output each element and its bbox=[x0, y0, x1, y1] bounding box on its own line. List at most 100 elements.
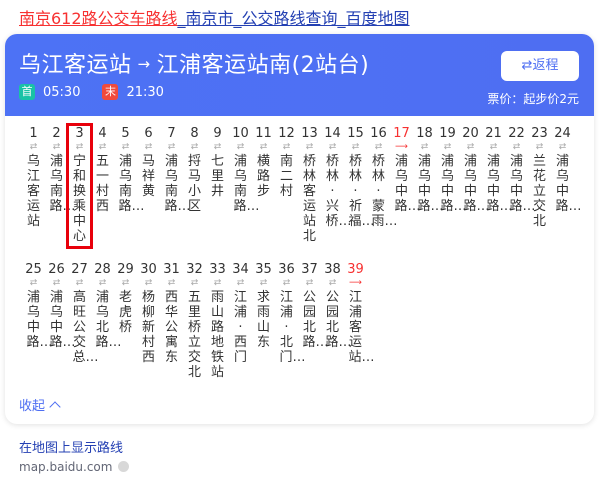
station-number: 13 bbox=[301, 126, 318, 141]
station[interactable]: 5 ⇄ 浦乌南路… bbox=[114, 125, 145, 214]
station-name: 桥林客运站北 bbox=[302, 154, 316, 244]
station[interactable]: 25 ⇄ 浦乌中路… bbox=[22, 261, 52, 350]
station[interactable]: 12 ⇄ 南二村 bbox=[275, 125, 298, 199]
station-name: 江浦·西门 bbox=[233, 290, 247, 365]
station-name: 浦乌中路… bbox=[486, 154, 513, 214]
station[interactable]: 20 ⇄ 浦乌中路… bbox=[459, 125, 489, 214]
collapse-label: 收起 bbox=[19, 399, 46, 414]
station[interactable]: 26 ⇄ 浦乌中路… bbox=[45, 261, 75, 350]
station-name: 捋马小区 bbox=[187, 154, 201, 214]
station[interactable]: 21 ⇄ 浦乌中路… bbox=[482, 125, 513, 214]
result-title-link[interactable]: 南京612路公交车路线_南京市_公交路线查询_百度地图 bbox=[19, 5, 410, 29]
last-bus-badge: 末 bbox=[102, 84, 119, 100]
station[interactable]: 36 ⇄ 江浦·北门… bbox=[275, 261, 305, 365]
station[interactable]: 11 ⇄ 横路步 bbox=[252, 125, 275, 199]
station-name: 浦乌北路… bbox=[95, 290, 122, 350]
bidirectional-arrow-icon: ⇄ bbox=[167, 142, 176, 152]
station-name: 浦乌中路… bbox=[440, 154, 467, 214]
station[interactable]: 31 ⇄ 西华公寓东 bbox=[160, 261, 183, 365]
station[interactable]: 2 ⇄ 浦乌南路… bbox=[45, 125, 76, 214]
station[interactable]: 17 ⟶ 浦乌中路… bbox=[390, 125, 420, 214]
station[interactable]: 13 ⇄ 桥林客运站北 bbox=[298, 125, 321, 244]
bidirectional-arrow-icon: ⇄ bbox=[98, 142, 107, 152]
station[interactable]: 29 ⇄ 老虎桥 bbox=[114, 261, 137, 335]
station[interactable]: 8 ⇄ 捋马小区 bbox=[183, 125, 206, 214]
bidirectional-arrow-icon: ⇄ bbox=[466, 142, 475, 152]
bidirectional-arrow-icon: ⇄ bbox=[489, 142, 498, 152]
station-name: 浦乌中路… bbox=[555, 154, 582, 214]
station-name: 浦乌南路… bbox=[118, 154, 145, 214]
station[interactable]: 24 ⇄ 浦乌中路… bbox=[551, 125, 582, 214]
station-number: 38 bbox=[324, 262, 341, 277]
bidirectional-arrow-icon: ⇄ bbox=[328, 278, 337, 288]
show-route-on-map-link[interactable]: 在地图上显示路线 bbox=[19, 437, 123, 456]
station-name: 浦乌中路… bbox=[417, 154, 444, 214]
station-number: 21 bbox=[485, 126, 502, 141]
station-number: 32 bbox=[186, 262, 203, 277]
station-number: 8 bbox=[190, 126, 199, 141]
bidirectional-arrow-icon: ⇄ bbox=[236, 278, 245, 288]
station-number: 12 bbox=[278, 126, 295, 141]
station[interactable]: 18 ⇄ 浦乌中路… bbox=[413, 125, 444, 214]
station[interactable]: 22 ⇄ 浦乌中路… bbox=[505, 125, 535, 214]
station-name: 南二村 bbox=[279, 154, 293, 199]
chevron-up-icon bbox=[49, 401, 61, 413]
station[interactable]: 35 ⇄ 求雨山东 bbox=[252, 261, 275, 350]
bidirectional-arrow-icon: ⇄ bbox=[420, 142, 429, 152]
station-number: 18 bbox=[416, 126, 433, 141]
station[interactable]: 7 ⇄ 浦乌南路… bbox=[160, 125, 191, 214]
station[interactable]: 30 ⇄ 杨柳新村西 bbox=[137, 261, 160, 365]
station[interactable]: 23 ⇄ 兰花立交北 bbox=[528, 125, 551, 229]
station[interactable]: 27 ⇄ 高旺公交总… bbox=[68, 261, 98, 365]
bidirectional-arrow-icon: ⇄ bbox=[190, 142, 199, 152]
station-number: 11 bbox=[255, 126, 272, 141]
station[interactable]: 9 ⇄ 七里井 bbox=[206, 125, 229, 199]
station[interactable]: 6 ⇄ 马祥黄 bbox=[137, 125, 160, 199]
bidirectional-arrow-icon: ⇄ bbox=[75, 278, 84, 288]
station[interactable]: 1 ⇄ 乌江客运站 bbox=[22, 125, 45, 229]
station[interactable]: 19 ⇄ 浦乌中路… bbox=[436, 125, 467, 214]
collapse-toggle[interactable]: 收起 bbox=[19, 395, 61, 414]
station-number: 25 bbox=[25, 262, 42, 277]
station[interactable]: 16 ⇄ 桥林·蒙雨… bbox=[367, 125, 398, 229]
station-number: 33 bbox=[209, 262, 226, 277]
bidirectional-arrow-icon: ⇄ bbox=[213, 278, 222, 288]
station-name: 浦乌南路… bbox=[164, 154, 191, 214]
station-number: 22 bbox=[508, 126, 525, 141]
station[interactable]: 15 ⇄ 桥林·祈福… bbox=[344, 125, 374, 229]
station[interactable]: 39 ⟶ 江浦客运站… bbox=[344, 261, 375, 365]
bidirectional-arrow-icon: ⇄ bbox=[29, 142, 38, 152]
station-number: 19 bbox=[439, 126, 456, 141]
station-number: 2 bbox=[52, 126, 61, 141]
station[interactable]: 37 ⇄ 公园北路… bbox=[298, 261, 328, 350]
station-number: 10 bbox=[232, 126, 249, 141]
station[interactable]: 33 ⇄ 雨山路地铁站 bbox=[206, 261, 229, 380]
station-name: 马祥黄 bbox=[141, 154, 155, 199]
bidirectional-arrow-icon: ⇄ bbox=[52, 142, 61, 152]
route-header: 乌江客运站 → 江浦客运站南(2站台) 首 05:30 末 21:30 ⇄返程 票价… bbox=[5, 34, 594, 116]
source-url[interactable]: map.baidu.com bbox=[19, 460, 130, 474]
station-name: 求雨山东 bbox=[256, 290, 270, 350]
direction-arrow-icon: ⟶ bbox=[395, 142, 408, 152]
station-name: 桥林·蒙雨… bbox=[371, 154, 398, 229]
bidirectional-arrow-icon: ⇄ bbox=[144, 142, 153, 152]
station-highlighted[interactable]: 3 ⇄ 宁和换乘中心 bbox=[66, 123, 93, 249]
station[interactable]: 14 ⇄ 桥林·兴桥… bbox=[321, 125, 351, 229]
station-name: 江浦客运站… bbox=[348, 290, 375, 365]
station-number: 28 bbox=[94, 262, 111, 277]
station-name: 五里桥立交北 bbox=[187, 290, 201, 380]
station[interactable]: 34 ⇄ 江浦·西门 bbox=[229, 261, 252, 365]
return-direction-button[interactable]: ⇄返程 bbox=[501, 51, 579, 81]
station[interactable]: 10 ⇄ 浦乌南路… bbox=[229, 125, 259, 214]
station-name: 西华公寓东 bbox=[164, 290, 178, 365]
bidirectional-arrow-icon: ⇄ bbox=[121, 278, 130, 288]
station-name: 宁和换乘中心 bbox=[72, 154, 86, 244]
station[interactable]: 32 ⇄ 五里桥立交北 bbox=[183, 261, 206, 380]
station-number: 35 bbox=[255, 262, 272, 277]
bidirectional-arrow-icon: ⇄ bbox=[374, 142, 383, 152]
station[interactable]: 38 ⇄ 公园北路… bbox=[321, 261, 351, 350]
station-number: 9 bbox=[213, 126, 222, 141]
station[interactable]: 4 ⇄ 五一村西 bbox=[91, 125, 114, 214]
bidirectional-arrow-icon: ⇄ bbox=[282, 142, 291, 152]
station[interactable]: 28 ⇄ 浦乌北路… bbox=[91, 261, 122, 350]
